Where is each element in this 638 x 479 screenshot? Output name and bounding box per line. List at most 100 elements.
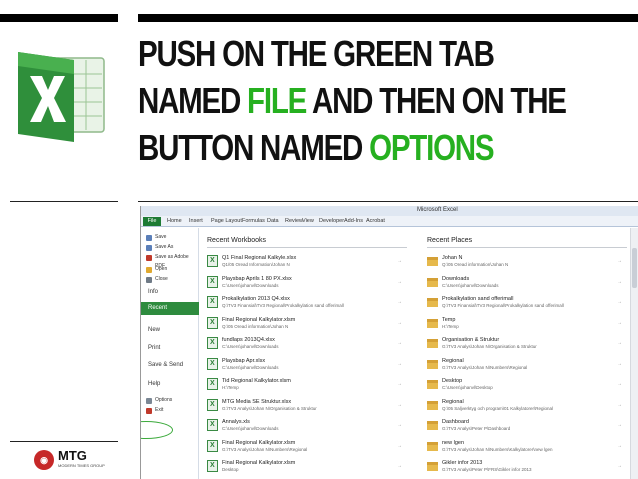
ribbon-tab-9[interactable]: Acrobat <box>366 218 385 224</box>
recent-workbook-row[interactable]: Playsbap Apr.xlsxC:\Users\johanvl\Downlo… <box>207 355 407 375</box>
recent-place-row[interactable]: Gikler infor 2013 G:\TV3 Analys\Peter P\F… <box>427 457 627 477</box>
recent-place-row[interactable]: Regional Q:\05 Saljverktyg och program\01… <box>427 396 627 416</box>
backstage-item-8[interactable]: Print <box>141 342 199 354</box>
options-highlight-ring <box>141 421 173 439</box>
pin-icon[interactable]: → <box>617 279 622 285</box>
item-path: Q1/05 Oread Information/Johan N <box>222 262 290 267</box>
pin-icon[interactable]: → <box>617 443 622 449</box>
excel-file-icon <box>207 316 218 329</box>
pin-icon[interactable]: → <box>617 422 622 428</box>
item-path: G:\TV3 Analys\Peter P\Dashboard <box>442 426 511 431</box>
ribbon-tab-5[interactable]: Review <box>285 218 303 224</box>
folder-icon <box>427 359 438 369</box>
recent-workbook-row[interactable]: Final Regional Kalkylator.xlsmQ:\05 Orea… <box>207 314 407 334</box>
item-name: Prokalkylation 2013 Q4.xlsx <box>222 296 290 302</box>
pin-icon[interactable]: → <box>617 340 622 346</box>
ribbon-tab-8[interactable]: Add-Ins <box>344 218 363 224</box>
item-name: Temp <box>442 316 456 323</box>
backstage-item-7[interactable]: New <box>141 324 199 336</box>
recent-workbook-row[interactable]: fundlaps 2013Q4.xlsxC:\Users\johanvl\Dow… <box>207 334 407 354</box>
pin-icon[interactable]: → <box>397 258 402 264</box>
ribbon-tab-6[interactable]: View <box>302 218 314 224</box>
ribbon-tab-3[interactable]: Formulas <box>242 218 265 224</box>
recent-places-panel: Recent Places Johan N Q:\05 Oread informa… <box>421 228 629 479</box>
pin-icon[interactable]: → <box>397 299 402 305</box>
recent-workbook-row[interactable]: Q1 Final Regional Kalkyle.xlsxQ1/05 Orea… <box>207 252 407 272</box>
backstage-item-label: Save <box>155 234 167 240</box>
backstage-item-10[interactable]: Help <box>141 378 199 390</box>
backstage-item-5[interactable]: Info <box>141 286 199 298</box>
pin-icon[interactable]: → <box>617 463 622 469</box>
recent-workbook-row[interactable]: Annalys.xlsC:\Users\johanvl\Downloads → <box>207 416 407 436</box>
recent-place-row[interactable]: Temp H:\Temp → <box>427 314 627 334</box>
pin-icon[interactable]: → <box>617 402 622 408</box>
recent-workbook-row[interactable]: Playsbap Aprils 1 80 PX.xlsxC:\Users\joh… <box>207 273 407 293</box>
item-name: Dashboard <box>442 419 469 425</box>
vertical-scrollbar[interactable] <box>630 228 638 479</box>
pin-icon[interactable]: → <box>397 422 402 428</box>
excel-screenshot: Microsoft Excel Home Insert Page Layout For… <box>140 206 638 479</box>
recent-workbook-row[interactable]: Prokalkylation 2013 Q4.xlsxQ:\TV3 Finans… <box>207 293 407 313</box>
item-name: Organisation & Struktur <box>442 337 500 343</box>
top-left-bar <box>0 14 118 22</box>
backstage-item-1[interactable]: Save As <box>141 243 199 252</box>
quick-access-toolbar <box>145 208 185 221</box>
recent-place-row[interactable]: Dashboard G:\TV3 Analys\Peter P\Dashboard… <box>427 416 627 436</box>
ribbon-tab-7[interactable]: Developer <box>319 218 344 224</box>
backstage-item-3[interactable]: Open <box>141 265 199 274</box>
recent-workbooks-divider <box>207 247 407 248</box>
item-path: G:\TV3 Analys\Johan N\Numbers\Regional <box>222 446 308 452</box>
ribbon-tab-4[interactable]: Data <box>267 218 279 224</box>
pin-icon[interactable]: → <box>397 463 402 469</box>
backstage-item-2[interactable]: Save as Adobe PDF <box>141 253 199 269</box>
pin-icon[interactable]: → <box>397 381 402 387</box>
recent-place-row[interactable]: Prokalkylation sand offerimall Q:\TV3 Fin… <box>427 293 627 313</box>
pdf-icon <box>146 255 152 261</box>
recent-place-row[interactable]: Desktop C:\Users\johanvl\Desktop → <box>427 375 627 395</box>
item-path: Q:\05 Oread information\Johan N <box>222 323 289 329</box>
pin-icon[interactable]: → <box>617 299 622 305</box>
backstage-item-9[interactable]: Save & Send <box>141 359 199 371</box>
pin-icon[interactable]: → <box>617 361 622 367</box>
backstage-item-4[interactable]: Close <box>141 275 199 284</box>
recent-workbook-row[interactable]: Final Regional Kalkylator.xlsmG:\TV3 Ana… <box>207 437 407 457</box>
pin-icon[interactable]: → <box>397 340 402 346</box>
pin-icon[interactable]: → <box>397 361 402 367</box>
pin-icon[interactable]: → <box>397 320 402 326</box>
divider-left-bottom <box>10 441 118 442</box>
recent-workbook-row[interactable]: Tid Regional Kalkylator.xlsmH:\Temp → <box>207 375 407 395</box>
ribbon-tab-1[interactable]: Insert <box>189 218 203 224</box>
recent-workbook-row[interactable]: Final Regional Kalkylator.xlsmDesktop → <box>207 457 407 477</box>
pin-icon[interactable]: → <box>617 381 622 387</box>
folder-icon <box>427 257 438 266</box>
item-name: MTG Media SE Struktur.xlsx <box>222 398 292 405</box>
excel-file-icon <box>207 275 218 288</box>
pin-icon[interactable]: → <box>617 258 622 264</box>
item-name: fundlaps 2013Q4.xlsx <box>222 337 275 343</box>
item-path: C:\Users\johanvl\Downloads <box>222 426 279 431</box>
item-name: Final Regional Kalkylator.xlsm <box>222 316 296 323</box>
pin-icon[interactable]: → <box>617 320 622 326</box>
backstage-item-label: Help <box>148 381 161 387</box>
recent-workbook-row[interactable]: MTG Media SE Struktur.xlsxG:\TV3 Analys\… <box>207 396 407 416</box>
item-path: G:\TV3 Analys\Johan N\Organisation & Str… <box>442 344 537 349</box>
backstage-item-0[interactable]: Save <box>141 233 199 242</box>
pin-icon[interactable]: → <box>397 443 402 449</box>
save-icon <box>146 235 152 241</box>
ribbon-tab-0[interactable]: Home <box>167 218 182 224</box>
recent-place-row[interactable]: Johan N Q:\05 Oread information\Johan N → <box>427 252 627 272</box>
recent-place-row[interactable]: Organisation & Struktur G:\TV3 Analys\Joh… <box>427 334 627 354</box>
headline-line-1: PUSH ON THE GREEN TAB <box>138 33 495 74</box>
backstage-item-12[interactable]: Exit <box>141 406 199 415</box>
recent-place-row[interactable]: new lgen G:\TV3 Analys\Johan N\Numbers\Ka… <box>427 437 627 457</box>
recent-place-row[interactable]: Downloads C:\Users\johanvl\Downloads → <box>427 273 627 293</box>
ribbon-tab-2[interactable]: Page Layout <box>211 218 242 224</box>
file-tab[interactable]: File <box>143 217 161 226</box>
scrollbar-thumb[interactable] <box>632 248 637 288</box>
backstage-item-11[interactable]: Options <box>141 396 199 405</box>
recent-place-row[interactable]: Regional G:\TV3 Analys\Johan N\Numbers\Re… <box>427 355 627 375</box>
mtg-subtitle: MODERN TIMES GROUP <box>58 463 105 468</box>
backstage-item-6[interactable]: Recent <box>141 302 199 315</box>
pin-icon[interactable]: → <box>397 279 402 285</box>
pin-icon[interactable]: → <box>397 402 402 408</box>
